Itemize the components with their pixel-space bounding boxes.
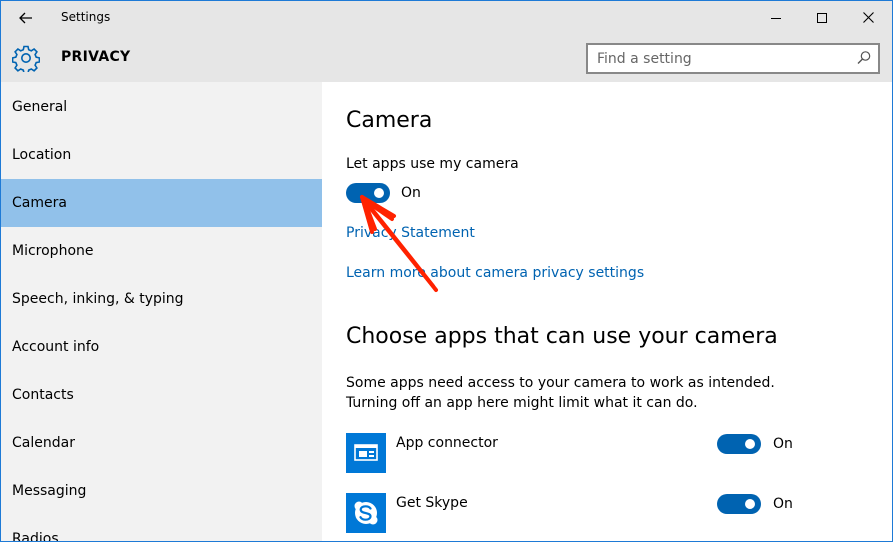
camera-settings-panel: Camera Let apps use my camera On Privacy… [322, 82, 892, 541]
close-button[interactable] [845, 1, 891, 34]
search-icon[interactable] [856, 50, 872, 66]
app-connector-toggle[interactable] [717, 434, 761, 454]
apps-description-line-1: Some apps need access to your camera to … [346, 375, 775, 391]
back-arrow-icon [19, 12, 32, 24]
app-connector-state: On [773, 436, 793, 452]
maximize-icon [817, 12, 827, 23]
sidebar-item-location[interactable]: Location [1, 131, 322, 179]
apps-description-line-2: Turning off an app here might limit what… [346, 395, 698, 411]
apps-heading: Choose apps that can use your camera [346, 324, 778, 349]
sidebar-item-microphone[interactable]: Microphone [1, 227, 322, 275]
settings-header: PRIVACY [1, 34, 892, 82]
toggle-knob [745, 499, 755, 509]
privacy-statement-link[interactable]: Privacy Statement [346, 225, 475, 241]
learn-more-link[interactable]: Learn more about camera privacy settings [346, 265, 644, 281]
gear-icon [12, 45, 40, 72]
maximize-button[interactable] [799, 1, 845, 34]
toggle-knob [374, 188, 384, 198]
skype-icon [354, 501, 378, 525]
search-box[interactable] [586, 43, 880, 74]
settings-window: Settings PRIVACY Find a setting General … [0, 0, 893, 542]
back-button[interactable] [9, 4, 43, 32]
sidebar-item-camera[interactable]: Camera [1, 179, 322, 227]
minimize-icon [771, 17, 781, 19]
page-title: Camera [346, 108, 433, 133]
sidebar-nav: General Location Camera Microphone Speec… [1, 82, 322, 541]
app-connector-tile [346, 433, 386, 473]
sidebar-item-contacts[interactable]: Contacts [1, 371, 322, 419]
toggle-knob [745, 439, 755, 449]
apps-description: Some apps need access to your camera to … [346, 373, 775, 413]
search-input[interactable] [588, 45, 848, 72]
app-connector-icon [354, 444, 378, 461]
skype-toggle[interactable] [717, 494, 761, 514]
close-icon [862, 12, 874, 23]
title-bar: Settings [1, 1, 892, 34]
sidebar-item-messaging[interactable]: Messaging [1, 467, 322, 515]
sidebar-item-radios[interactable]: Radios [1, 515, 322, 541]
sidebar-item-account-info[interactable]: Account info [1, 323, 322, 371]
window-title: Settings [61, 10, 111, 24]
app-connector-name: App connector [396, 435, 498, 451]
skype-tile [346, 493, 386, 533]
camera-toggle-state: On [401, 185, 421, 201]
sidebar-item-general[interactable]: General [1, 83, 322, 131]
camera-toggle-label: Let apps use my camera [346, 156, 519, 172]
section-title: PRIVACY [61, 49, 131, 65]
skype-name: Get Skype [396, 495, 468, 511]
skype-state: On [773, 496, 793, 512]
sidebar-item-calendar[interactable]: Calendar [1, 419, 322, 467]
minimize-button[interactable] [753, 1, 799, 34]
sidebar-item-speech[interactable]: Speech, inking, & typing [1, 275, 322, 323]
camera-access-toggle[interactable] [346, 183, 390, 203]
